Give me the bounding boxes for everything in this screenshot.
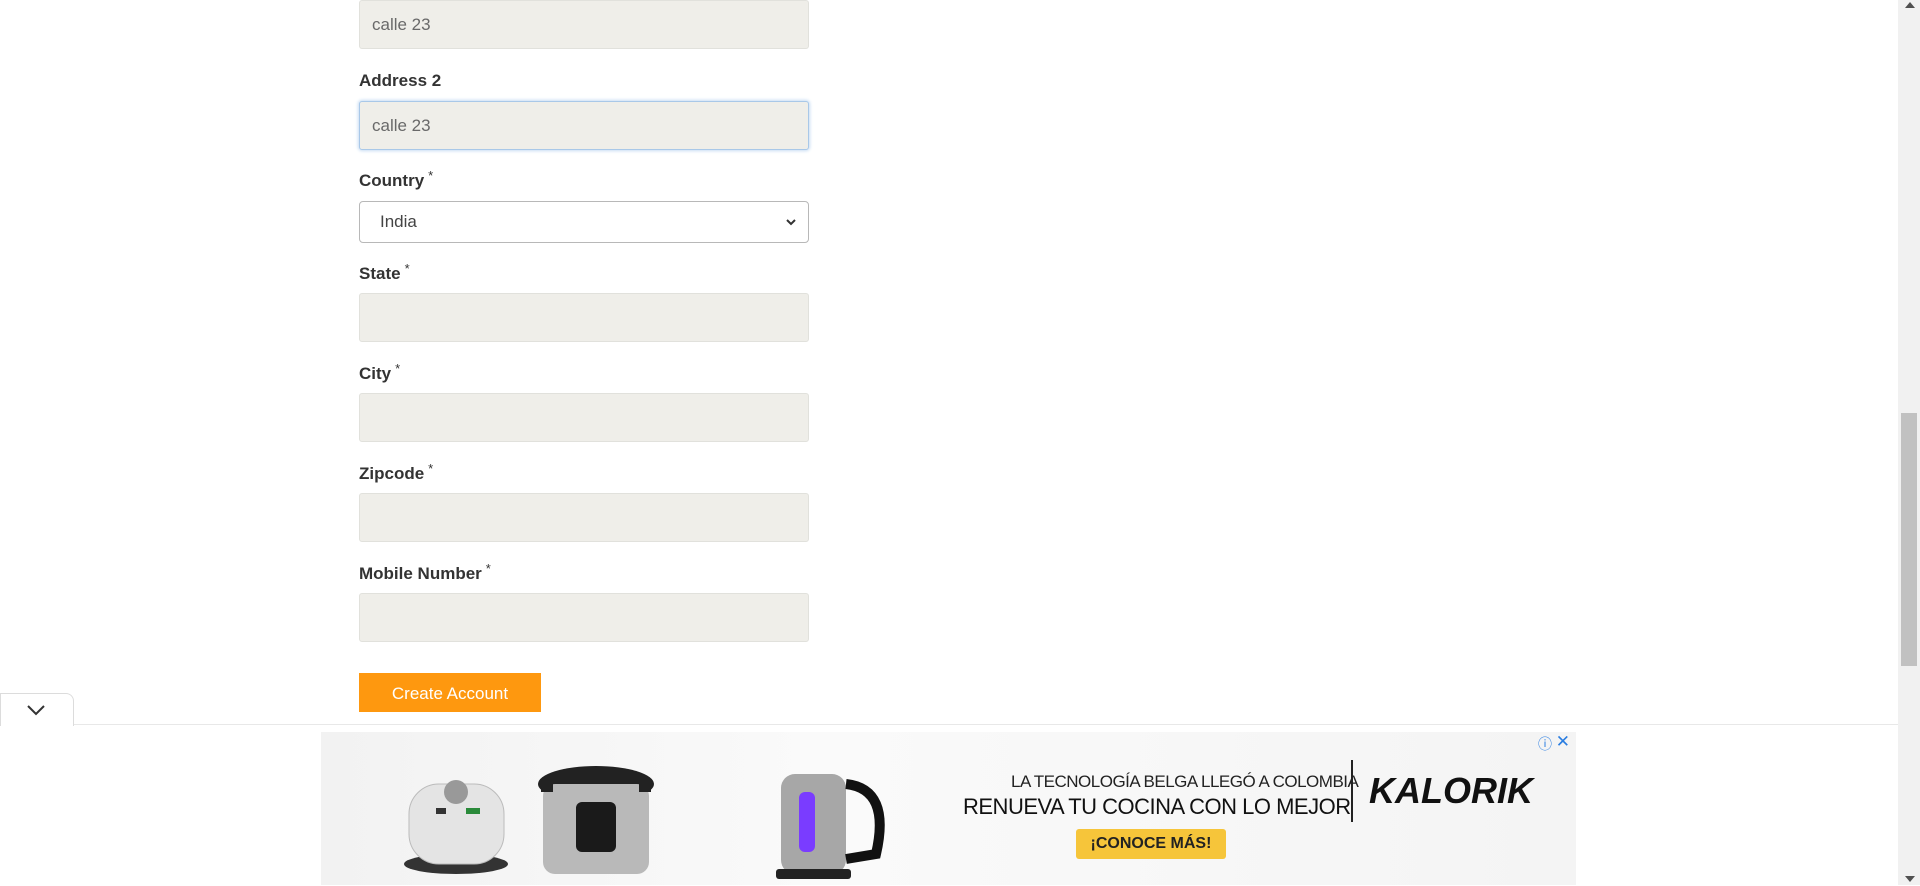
city-label: City * [359, 361, 401, 384]
ad-products-image [404, 766, 885, 879]
required-mark: * [485, 561, 491, 576]
ad-headline: RENUEVA TU COCINA CON LO MEJOR [963, 794, 1351, 819]
scrollbar-thumb[interactable] [1901, 413, 1917, 666]
create-account-button[interactable]: Create Account [359, 673, 541, 712]
required-mark: * [428, 168, 434, 183]
state-input[interactable] [359, 293, 809, 342]
ad-divider [1351, 760, 1353, 822]
city-input[interactable] [359, 393, 809, 442]
country-label: Country * [359, 168, 434, 191]
scroll-down-arrow-icon[interactable] [1905, 876, 1915, 882]
ad-banner[interactable]: LA TECNOLOGÍA BELGA LLEGÓ A COLOMBIA REN… [321, 732, 1576, 885]
mobile-input[interactable] [359, 593, 809, 642]
zipcode-input[interactable] [359, 493, 809, 542]
chevron-down-icon [786, 219, 796, 226]
state-label-text: State [359, 264, 401, 283]
required-mark: * [404, 261, 410, 276]
country-selected-value: India [380, 212, 417, 231]
ad-tagline: LA TECNOLOGÍA BELGA LLEGÓ A COLOMBIA [1011, 772, 1359, 791]
city-label-text: City [359, 364, 392, 383]
required-mark: * [395, 361, 401, 376]
ad-cta-button[interactable]: ¡CONOCE MÁS! [1076, 829, 1226, 859]
required-mark: * [428, 461, 434, 476]
zipcode-label-text: Zipcode [359, 464, 425, 483]
address2-label: Address 2 [359, 71, 442, 90]
vertical-scrollbar[interactable] [1898, 0, 1920, 885]
ad-collapse-toggle[interactable] [0, 693, 74, 726]
ad-brand-logo: KALORIK [1369, 770, 1533, 811]
scroll-up-arrow-icon[interactable] [1905, 2, 1915, 8]
address1-input[interactable] [359, 0, 809, 49]
info-icon[interactable]: ⓘ [1538, 734, 1552, 754]
zipcode-label: Zipcode * [359, 461, 434, 484]
country-select[interactable]: India [359, 201, 809, 243]
mobile-label: Mobile Number * [359, 561, 491, 584]
close-icon[interactable]: ✕ [1556, 732, 1570, 752]
country-label-text: Country [359, 171, 425, 190]
collapse-chevron-icon [27, 705, 45, 716]
mobile-label-text: Mobile Number [359, 564, 482, 583]
address2-input[interactable] [359, 101, 809, 150]
state-label: State * [359, 261, 410, 284]
